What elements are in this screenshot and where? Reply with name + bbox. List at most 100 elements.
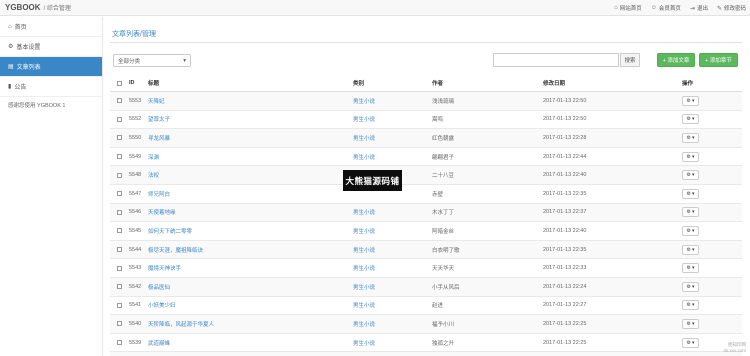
row-action-button[interactable]: ⚙ ▾	[682, 207, 699, 218]
category-select[interactable]: 全部分类 ▾	[113, 54, 191, 67]
caret-down-icon: ▾	[691, 320, 695, 327]
row-author: 红色朝露	[432, 135, 455, 142]
row-checkbox[interactable]	[117, 228, 122, 234]
row-category-link[interactable]: 男生小说	[353, 222, 433, 240]
lock-icon: ✎	[716, 5, 722, 12]
select-all-checkbox[interactable]	[117, 80, 122, 86]
sidebar-item-label: 文章列表	[16, 65, 41, 71]
row-checkbox[interactable]	[117, 265, 122, 271]
row-category-link[interactable]: 男生小说	[353, 259, 433, 277]
row-date: 2017-01-13 22:24	[543, 283, 587, 290]
row-checkbox[interactable]	[117, 284, 122, 290]
row-checkbox[interactable]	[117, 247, 122, 253]
add-chapter-button[interactable]: + 添加章节	[699, 53, 738, 67]
row-checkbox[interactable]	[117, 98, 122, 104]
row-title-link[interactable]: 武道巅峰	[148, 334, 338, 352]
top-link-1[interactable]: ☺ 会员首页	[651, 4, 681, 12]
row-action-button[interactable]: ⚙ ▾	[682, 337, 699, 348]
row-author: 天天华天	[432, 266, 455, 273]
row-author: 白衣明了歌	[432, 247, 460, 254]
sidebar-item-2[interactable]: ▤ 文章列表	[0, 57, 102, 77]
row-action-button[interactable]: ⚙ ▾	[682, 114, 699, 125]
table-row: 5553 天降妃 男生小说 浅浅琉璃 2017-01-13 22:50 ⚙ ▾	[110, 92, 742, 111]
row-action-button[interactable]: ⚙ ▾	[682, 95, 699, 106]
sidebar-item-3[interactable]: ▮ 公告	[0, 77, 102, 97]
row-title-link[interactable]: 极尽天涯，魔祖降临诀	[148, 241, 338, 259]
logout-icon: ⇥	[689, 5, 695, 12]
row-category-link[interactable]: 男生小说	[353, 278, 433, 296]
row-author: 木水丁丁	[432, 210, 455, 217]
row-checkbox[interactable]	[117, 191, 122, 197]
row-title-link[interactable]: 天降妃	[148, 92, 338, 110]
gear-icon: ⚙	[686, 116, 691, 123]
row-category-link[interactable]: 男生小说	[353, 92, 433, 110]
row-action-button[interactable]: ⚙ ▾	[682, 132, 699, 143]
row-author: 二十八豆	[432, 173, 455, 180]
row-category-link[interactable]: 男生小说	[353, 352, 433, 356]
sidebar-item-1[interactable]: ⚙ 基本设置	[0, 37, 102, 57]
row-title-link[interactable]: 望尊太子	[148, 111, 338, 129]
top-link-2[interactable]: ⇥ 退出	[689, 4, 708, 13]
row-title-link[interactable]: 师兄阿白	[148, 185, 338, 203]
divider	[110, 42, 742, 43]
row-checkbox[interactable]	[117, 340, 122, 346]
row-title-link[interactable]: 天使着地缘	[148, 204, 338, 222]
row-checkbox[interactable]	[117, 302, 122, 308]
caret-down-icon: ▾	[691, 227, 695, 234]
row-title-link[interactable]: 法权	[148, 166, 338, 184]
row-author: 翩翩君子	[432, 154, 455, 161]
row-category-link[interactable]: 男生小说	[353, 315, 433, 333]
row-action-button[interactable]: ⚙ ▾	[682, 151, 699, 162]
row-title-link[interactable]: 寻龙风暴	[148, 129, 338, 147]
row-action-button[interactable]: ⚙ ▾	[682, 300, 699, 311]
row-title-link[interactable]: 天阶降临，风起源于华夏人	[148, 315, 338, 333]
gear-icon: ⚙	[686, 283, 691, 290]
table-row: 5545 如何天下统二零零 男生小说 阿暗金丝 2017-01-13 22:40 ⚙ ▾	[110, 222, 742, 241]
row-action-button[interactable]: ⚙ ▾	[682, 244, 699, 255]
row-action-button[interactable]: ⚙ ▾	[682, 318, 699, 329]
row-title-link[interactable]: 魔境天神诀手	[148, 259, 338, 277]
brand-logo[interactable]: YGBOOK	[5, 3, 41, 12]
row-checkbox[interactable]	[117, 116, 122, 122]
top-link-0[interactable]: ⌂ 网站首页	[614, 4, 642, 12]
row-action-button[interactable]: ⚙ ▾	[682, 188, 699, 199]
row-category-link[interactable]: 男生小说	[353, 148, 433, 166]
row-checkbox[interactable]	[117, 154, 122, 160]
row-date: 2017-01-13 22:25	[543, 339, 587, 346]
sidebar-item-0[interactable]: ⌂ 首页	[0, 17, 102, 37]
row-category-link[interactable]: 男生小说	[353, 204, 433, 222]
row-checkbox[interactable]	[117, 135, 122, 141]
row-title-link[interactable]: 小妖美少妇	[148, 297, 338, 315]
row-action-button[interactable]: ⚙ ▾	[682, 170, 699, 181]
caret-down-icon: ▾	[691, 153, 695, 160]
row-checkbox[interactable]	[117, 321, 122, 327]
sidebar: ⌂ 首页 ⚙ 基本设置 ▤ 文章列表 ▮ 公告 感谢您使用 YGBOOK 1	[0, 17, 103, 356]
row-action-button[interactable]: ⚙ ▾	[682, 263, 699, 274]
row-category-link[interactable]: 男生小说	[353, 297, 433, 315]
row-title-link[interactable]: 天命武仙	[148, 352, 338, 356]
table-row: 5539 武道巅峰 男生小说 独孤之升 2017-01-13 22:25 ⚙ ▾	[110, 334, 742, 353]
search-input[interactable]	[493, 53, 619, 67]
row-category-link[interactable]: 男生小说	[353, 129, 433, 147]
add-article-button[interactable]: + 添加文章	[657, 53, 695, 67]
table-row: 5550 寻龙风暴 男生小说 红色朝露 2017-01-13 22:28 ⚙ ▾	[110, 129, 742, 148]
row-category-link[interactable]: 男生小说	[353, 111, 433, 129]
gear-icon: ⚙	[686, 97, 691, 104]
search-button[interactable]: 搜索	[620, 53, 640, 67]
top-link-label: 网站首页	[619, 6, 642, 12]
row-checkbox[interactable]	[117, 209, 122, 215]
top-link-label: 修改密码	[723, 6, 746, 12]
row-title-link[interactable]: 如何天下统二零零	[148, 222, 338, 240]
row-date: 2017-01-13 22:23	[543, 352, 653, 356]
row-action-button[interactable]: ⚙ ▾	[682, 281, 699, 292]
row-title-link[interactable]: 深渊	[148, 148, 338, 166]
row-category-link[interactable]: 男生小说	[353, 241, 433, 259]
row-category-link[interactable]: 男生小说	[353, 334, 433, 352]
top-link-3[interactable]: ✎ 修改密码	[716, 4, 746, 13]
header-title: 标题	[148, 81, 160, 87]
row-checkbox[interactable]	[117, 172, 122, 178]
row-title-link[interactable]: 极品医仙	[148, 278, 338, 296]
row-id: 5547	[129, 190, 142, 197]
row-action-button[interactable]: ⚙ ▾	[682, 225, 699, 236]
row-date: 2017-01-13 22:35	[543, 246, 587, 253]
